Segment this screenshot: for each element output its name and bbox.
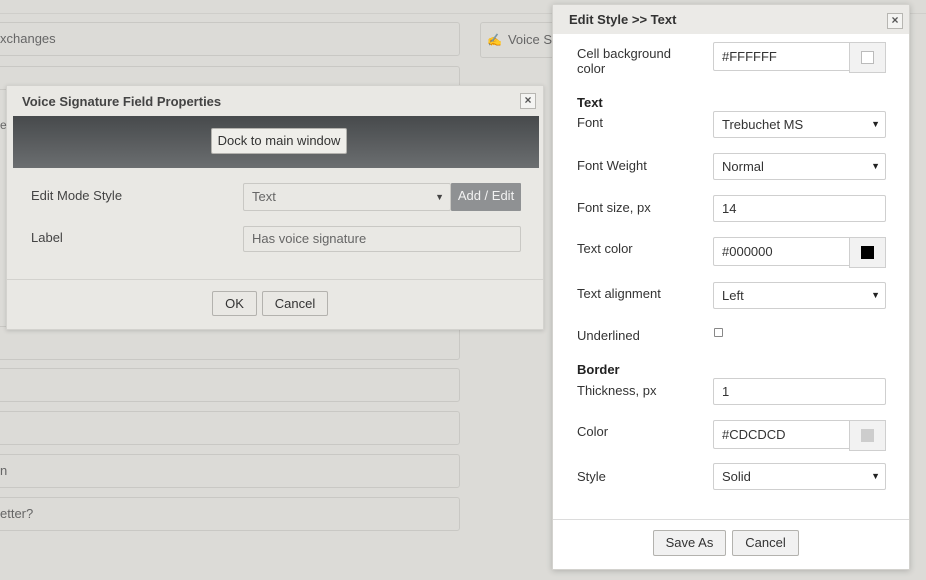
border-color-input[interactable]: #CDCDCD bbox=[713, 420, 886, 451]
dialog-divider bbox=[553, 519, 909, 520]
signature-pen-icon: ✍ bbox=[487, 33, 502, 47]
dock-bar: Dock to main window bbox=[13, 116, 539, 168]
select-value: Trebuchet MS bbox=[722, 117, 804, 132]
dialog-title: Voice Signature Field Properties bbox=[22, 94, 222, 109]
bg-field-exchanges[interactable]: xchanges bbox=[0, 22, 460, 56]
color-picker-button[interactable] bbox=[849, 237, 886, 268]
thickness-input[interactable]: 1 bbox=[713, 378, 886, 405]
voice-signature-dialog: Voice Signature Field Properties × Dock … bbox=[6, 85, 544, 330]
color-swatch bbox=[861, 51, 874, 64]
font-size-label: Font size, px bbox=[577, 200, 651, 215]
label-input[interactable]: Has voice signature bbox=[243, 226, 521, 252]
input-value: #000000 bbox=[722, 244, 773, 259]
chevron-down-icon: ▼ bbox=[871, 161, 880, 171]
dialog-header: Edit Style >> Text × bbox=[553, 5, 909, 34]
bg-stub: e bbox=[0, 118, 7, 132]
input-value: #FFFFFF bbox=[722, 49, 777, 64]
text-section-heading: Text bbox=[577, 95, 603, 110]
add-edit-button[interactable]: Add / Edit bbox=[451, 183, 521, 211]
text-color-input[interactable]: #000000 bbox=[713, 237, 886, 268]
border-style-select[interactable]: Solid ▼ bbox=[713, 463, 886, 490]
cell-background-color-label: Cell background color bbox=[577, 46, 671, 76]
color-swatch bbox=[861, 246, 874, 259]
underlined-label: Underlined bbox=[577, 328, 640, 343]
chevron-down-icon: ▼ bbox=[435, 192, 444, 202]
bg-field-text: n bbox=[0, 463, 8, 478]
border-section-heading: Border bbox=[577, 362, 620, 377]
cancel-button[interactable]: Cancel bbox=[262, 291, 328, 316]
text-alignment-label: Text alignment bbox=[577, 286, 661, 301]
ok-button[interactable]: OK bbox=[212, 291, 257, 316]
bg-field-6[interactable]: etter? bbox=[0, 497, 460, 531]
text-color-label: Text color bbox=[577, 241, 633, 256]
edit-style-dialog: Edit Style >> Text × Cell background col… bbox=[552, 4, 910, 570]
bg-field-5[interactable]: n bbox=[0, 454, 460, 488]
bg-field-4[interactable] bbox=[0, 368, 460, 402]
cancel-button[interactable]: Cancel bbox=[732, 530, 799, 556]
font-weight-select[interactable]: Normal ▼ bbox=[713, 153, 886, 180]
close-icon[interactable]: × bbox=[887, 13, 903, 29]
select-value: Text bbox=[252, 189, 276, 204]
select-value: Solid bbox=[722, 469, 751, 484]
color-picker-button[interactable] bbox=[849, 420, 886, 451]
dialog-divider bbox=[7, 279, 543, 280]
font-size-input[interactable]: 14 bbox=[713, 195, 886, 222]
dock-to-main-window-button[interactable]: Dock to main window bbox=[211, 128, 347, 154]
color-swatch bbox=[861, 429, 874, 442]
bg-field-text: xchanges bbox=[0, 31, 56, 46]
font-select[interactable]: Trebuchet MS ▼ bbox=[713, 111, 886, 138]
select-value: Left bbox=[722, 288, 744, 303]
bg-field-text: etter? bbox=[0, 506, 34, 521]
color-picker-button[interactable] bbox=[849, 42, 886, 73]
voice-signature-button[interactable]: ✍ Voice S bbox=[480, 22, 560, 58]
underlined-checkbox[interactable] bbox=[714, 328, 723, 337]
chevron-down-icon: ▼ bbox=[871, 471, 880, 481]
cell-background-color-input[interactable]: #FFFFFF bbox=[713, 42, 886, 73]
input-value: #CDCDCD bbox=[722, 427, 786, 442]
select-value: Normal bbox=[722, 159, 764, 174]
bg-field-3[interactable] bbox=[0, 326, 460, 360]
save-as-button[interactable]: Save As bbox=[653, 530, 726, 556]
font-weight-label: Font Weight bbox=[577, 158, 647, 173]
edit-mode-style-label: Edit Mode Style bbox=[31, 188, 123, 203]
bg-field-4b[interactable] bbox=[0, 411, 460, 445]
font-label: Font bbox=[577, 115, 604, 130]
voice-button-label: Voice S bbox=[507, 32, 553, 47]
chevron-down-icon: ▼ bbox=[871, 119, 880, 129]
label-label: Label bbox=[31, 230, 63, 245]
close-icon[interactable]: × bbox=[520, 93, 536, 109]
edit-mode-style-select[interactable]: Text ▼ bbox=[243, 183, 451, 211]
chevron-down-icon: ▼ bbox=[871, 290, 880, 300]
dialog-title: Edit Style >> Text bbox=[569, 12, 677, 27]
border-style-label: Style bbox=[577, 469, 606, 484]
border-color-label: Color bbox=[577, 424, 609, 439]
thickness-label: Thickness, px bbox=[577, 383, 657, 398]
text-alignment-select[interactable]: Left ▼ bbox=[713, 282, 886, 309]
